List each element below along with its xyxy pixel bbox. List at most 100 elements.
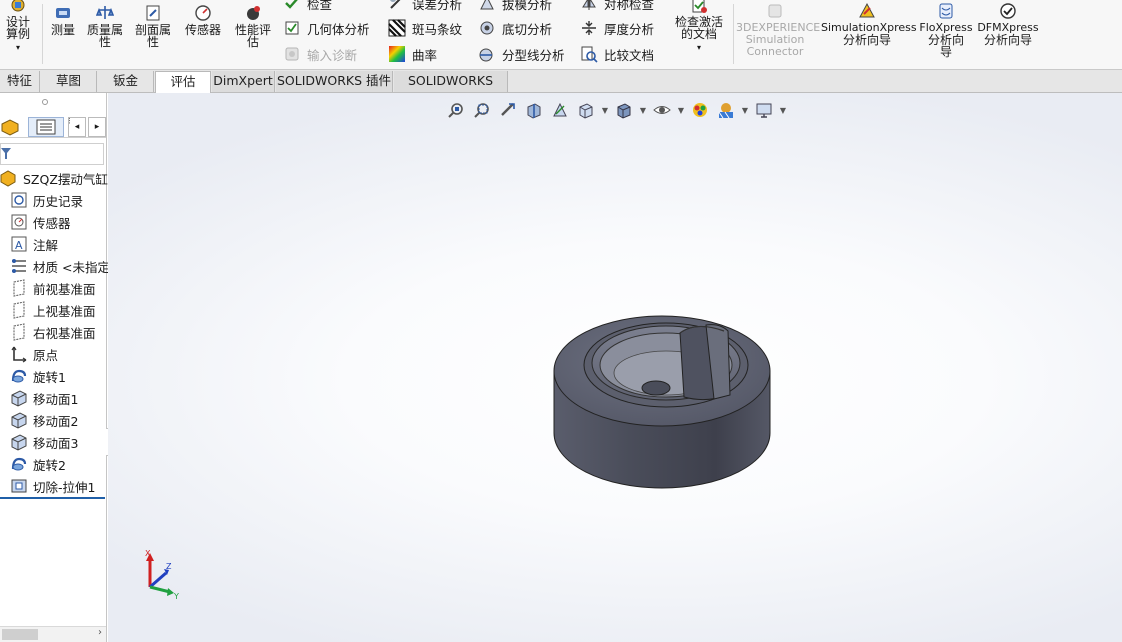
parting-line-icon [479, 48, 493, 62]
chevron-down-icon[interactable]: ▼ [601, 106, 609, 115]
plane-icon [13, 279, 25, 297]
section-view-button[interactable] [523, 99, 545, 121]
tree-item-front-plane[interactable]: 前视基准面 [0, 278, 96, 298]
deviation-analysis-button[interactable]: 误差分析 [388, 0, 462, 13]
tree-item-cut-extrude1[interactable]: 切除-拉伸1 [0, 476, 95, 496]
tree-item-material[interactable]: 材质 <未指定> [0, 256, 120, 276]
performance-evaluation-label: 性能评估 [234, 23, 271, 49]
design-study-button[interactable]: 设计算例 ▾ [0, 0, 40, 54]
compare-documents-icon [581, 46, 598, 63]
view-orientation-button[interactable] [575, 99, 597, 121]
tree-item-right-plane[interactable]: 右视基准面 [0, 322, 96, 342]
feature-manager-panel: ⁝ ◂ ▸ SZQZ摆动气缸上部 历史记录 传感器 A 注解 材质 <未指定> … [0, 93, 133, 642]
tree-item-top-plane[interactable]: 上视基准面 [0, 300, 96, 320]
tab-sheet-metal[interactable]: 钣金 [98, 71, 154, 92]
command-manager-tabs: 特征 草图 钣金 评估 DimXpert SOLIDWORKS 插件 SOLID… [0, 70, 1122, 108]
tab-dimxpert[interactable]: DimXpert [212, 71, 275, 92]
tree-item-annotations[interactable]: A 注解 [0, 234, 58, 254]
floxpress-button[interactable]: FloXpress 分析向导 [918, 2, 974, 58]
tree-filter-input[interactable] [0, 143, 104, 165]
dfmxpress-button[interactable]: DFMXpress 分析向导 [976, 2, 1040, 46]
chevron-down-icon[interactable]: ▼ [677, 106, 685, 115]
split-view-right-icon[interactable] [1032, 93, 1050, 97]
hide-show-items-button[interactable] [651, 99, 673, 121]
tree-item-label: 上视基准面 [33, 303, 96, 319]
zoom-to-area-button[interactable] [471, 99, 493, 121]
tab-solidworks-addins[interactable]: SOLIDWORKS 插件 [276, 71, 393, 92]
close-icon[interactable]: ✕ [1107, 93, 1122, 97]
scroll-left-icon[interactable]: ◂ [68, 117, 86, 137]
apply-scene-button[interactable] [715, 99, 737, 121]
parting-line-analysis-label: 分型线分析 [502, 47, 565, 63]
tree-item-sensors[interactable]: 传感器 [0, 212, 71, 232]
check-button[interactable]: 检查 [283, 0, 332, 13]
import-diagnostics-button[interactable]: 输入诊断 [283, 44, 357, 64]
check-icon [285, 0, 298, 9]
sensor-button[interactable]: 传感器 [180, 4, 226, 36]
thickness-analysis-button[interactable]: 厚度分析 [580, 18, 654, 38]
heads-up-view-toolbar: ▼ ▼ ▼ ▼ ▼ [445, 99, 787, 121]
move-face-icon [11, 390, 27, 407]
tab-evaluate[interactable]: 评估 [155, 71, 211, 93]
tree-item-move-face1[interactable]: 移动面1 [0, 388, 78, 408]
panel-tabs: ⁝ ◂ ▸ [0, 116, 106, 138]
previous-view-button[interactable] [497, 99, 519, 121]
symmetry-check-button[interactable]: 对称检查 [580, 0, 654, 13]
tree-item-label: 前视基准面 [33, 281, 96, 297]
tree-item-move-face2[interactable]: 移动面2 [0, 410, 78, 430]
graphics-area[interactable]: ▼ ▼ ▼ ▼ ▼ – ❐ ✕ [108, 93, 1122, 642]
scroll-right-icon[interactable]: › [98, 627, 102, 638]
mass-properties-button[interactable]: 质量属性 [82, 4, 128, 48]
dynamic-annotation-view-button[interactable] [549, 99, 571, 121]
tab-solidworks-mbd[interactable]: SOLIDWORKS MBD [394, 71, 508, 108]
undercut-analysis-icon [480, 21, 494, 35]
view-orientation-icon [579, 103, 593, 119]
zoom-to-fit-button[interactable] [445, 99, 467, 121]
part-model-3d[interactable] [528, 293, 788, 503]
performance-evaluation-button[interactable]: 性能评估 [230, 4, 276, 48]
display-style-button[interactable] [613, 99, 635, 121]
tree-item-label: 移动面3 [33, 435, 79, 451]
tree-item-history[interactable]: 历史记录 [0, 190, 83, 210]
edit-appearance-button[interactable] [689, 99, 711, 121]
section-properties-button[interactable]: 剖面属性 [130, 4, 176, 48]
tree-item-origin[interactable]: 原点 [0, 344, 58, 364]
zebra-stripes-button[interactable]: 斑马条纹 [388, 18, 462, 38]
section-properties-label: 剖面属性 [134, 23, 171, 49]
simulation-connector-button[interactable]: 3DEXPERIENCE Simulation Connector [736, 2, 820, 58]
panel-collapse-handle[interactable] [42, 99, 48, 105]
view-settings-button[interactable] [753, 99, 775, 121]
curvature-button[interactable]: 曲率 [388, 44, 437, 64]
eye-icon [653, 106, 671, 114]
panel-horizontal-scrollbar[interactable]: › [0, 626, 106, 642]
history-icon [11, 192, 27, 208]
chevron-down-icon[interactable]: ▼ [639, 106, 647, 115]
compare-documents-button[interactable]: 比较文档 [580, 44, 654, 64]
restore-icon[interactable]: ❐ [1083, 93, 1101, 97]
geometry-analysis-button[interactable]: 几何体分析 [283, 18, 370, 38]
material-icon [12, 259, 26, 273]
minimize-icon[interactable]: – [1058, 93, 1076, 97]
mass-properties-label: 质量属性 [86, 23, 123, 49]
property-manager-tab[interactable] [28, 117, 64, 137]
draft-analysis-button[interactable]: 拔模分析 [478, 0, 552, 13]
simulationxpress-button[interactable]: SimulationXpress 分析向导 [821, 2, 917, 46]
parting-line-analysis-button[interactable]: 分型线分析 [478, 44, 565, 64]
tab-sketch[interactable]: 草图 [41, 71, 97, 92]
tree-item-move-face3[interactable]: 移动面3 [0, 432, 78, 452]
split-view-left-icon[interactable] [1005, 93, 1023, 97]
scroll-right-icon[interactable]: ▸ [88, 117, 106, 137]
feature-manager-tab[interactable] [0, 117, 24, 137]
tree-item-label: 旋转1 [33, 369, 66, 385]
tree-item-revolve2[interactable]: 旋转2 [0, 454, 66, 474]
tree-item-label: 注解 [33, 237, 59, 253]
chevron-down-icon[interactable]: ▼ [741, 106, 749, 115]
chevron-down-icon[interactable]: ▼ [779, 106, 787, 115]
rollback-bar[interactable] [0, 497, 105, 499]
tab-features[interactable]: 特征 [0, 71, 40, 92]
undercut-analysis-button[interactable]: 底切分析 [478, 18, 552, 38]
scrollbar-thumb[interactable] [2, 629, 38, 640]
measure-button[interactable]: 测量 [46, 4, 80, 36]
check-active-document-button[interactable]: 检查激活的文档 ▾ [668, 0, 730, 54]
tree-item-revolve1[interactable]: 旋转1 [0, 366, 66, 386]
